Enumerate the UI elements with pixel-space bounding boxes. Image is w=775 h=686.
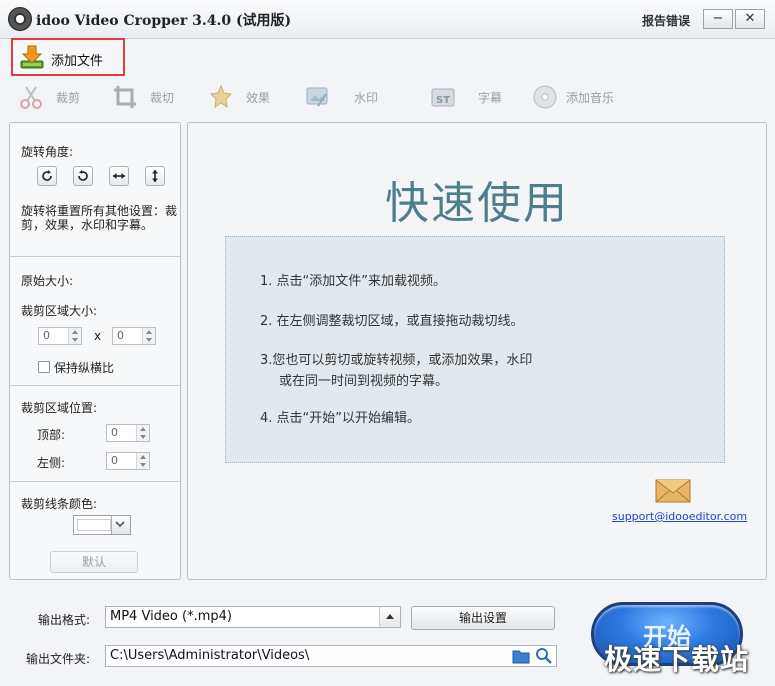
toolbar-effect-label: 效果 <box>246 91 271 105</box>
folder-icon[interactable] <box>512 648 530 664</box>
close-button[interactable]: ✕ <box>735 9 765 29</box>
title-bar: idoo Video Cropper 3.4.0 (试用版) 报告错误 − ✕ <box>0 0 775 39</box>
crop-left-stepper[interactable]: 0 <box>106 452 150 470</box>
crop-height-value: 0 <box>117 329 124 342</box>
toolbar-effect[interactable]: 效果 <box>208 82 278 114</box>
rotate-ccw-icon <box>78 170 88 181</box>
top-label: 顶部: <box>37 428 66 442</box>
divider <box>10 256 180 257</box>
guide-step-4: 4. 点击“开始”以开始编辑。 <box>260 411 421 426</box>
rotate-label: 旋转角度: <box>21 145 74 159</box>
original-size-label: 原始大小: <box>21 274 74 288</box>
site-watermark: 极速下载站 <box>604 643 750 676</box>
svg-text:ST: ST <box>436 95 450 106</box>
music-disc-icon <box>533 85 557 109</box>
crop-top-stepper[interactable]: 0 <box>106 424 150 442</box>
color-dropdown-button[interactable] <box>111 516 130 534</box>
color-swatch <box>77 519 111 531</box>
subtitle-icon: ST <box>431 88 455 107</box>
minimize-button[interactable]: − <box>703 9 733 29</box>
keep-ratio-label: 保持纵横比 <box>54 361 115 375</box>
quick-start-guide: 1. 点击“添加文件”来加载视频。 2. 在左侧调整裁切区域，或直接拖动裁切线。… <box>225 236 725 463</box>
stepper-arrows[interactable] <box>68 328 81 344</box>
rotate-ccw-button[interactable] <box>73 166 93 186</box>
crop-width-stepper[interactable]: 0 <box>38 327 82 345</box>
divider <box>10 385 180 386</box>
crop-top-value: 0 <box>111 426 118 439</box>
guide-step-2: 2. 在左侧调整裁切区域，或直接拖动裁切线。 <box>260 314 524 329</box>
output-folder-label: 输出文件夹: <box>26 652 91 666</box>
divider <box>10 481 180 482</box>
stepper-arrows[interactable] <box>136 425 149 441</box>
scissors-icon <box>20 86 42 109</box>
envelope-icon <box>655 479 691 503</box>
output-format-value: MP4 Video (*.mp4) <box>110 609 232 624</box>
toolbar-add-music-label: 添加音乐 <box>566 91 615 105</box>
toolbar-crop[interactable]: 裁切 <box>112 82 182 114</box>
output-format-select[interactable]: MP4 Video (*.mp4) <box>105 606 401 628</box>
chevron-down-icon <box>115 521 125 528</box>
output-format-label: 输出格式: <box>38 613 91 627</box>
crop-position-label: 裁剪区域位置: <box>21 401 98 415</box>
settings-panel: 旋转角度: 旋转将重置所有其他设置：裁 剪，效果，水印和字幕。 原始大小: 裁剪… <box>9 122 181 580</box>
crop-size-label: 裁剪区域大小: <box>21 304 98 318</box>
left-label: 左侧: <box>37 456 66 470</box>
times-sign: x <box>94 329 102 343</box>
toolbar-subtitle[interactable]: ST 字幕 <box>430 82 510 114</box>
flip-horizontal-button[interactable] <box>109 166 129 186</box>
toolbar-watermark-label: 水印 <box>354 91 379 105</box>
toolbar-subtitle-label: 字幕 <box>478 91 503 105</box>
report-error-link[interactable]: 报告错误 <box>642 12 690 29</box>
support-email-link[interactable]: support@idooeditor.com <box>612 510 747 523</box>
search-icon[interactable] <box>535 647 553 665</box>
sparkle-star-icon <box>209 84 233 109</box>
add-file-label: 添加文件 <box>51 54 104 69</box>
watermark-icon <box>306 87 328 107</box>
toolbar-trim-label: 裁剪 <box>56 91 81 105</box>
window-title: idoo Video Cropper 3.4.0 (试用版) <box>36 13 292 29</box>
rotate-cw-icon <box>42 170 52 181</box>
keep-ratio-checkbox[interactable] <box>38 361 50 373</box>
stepper-arrows[interactable] <box>136 453 149 469</box>
toolbar-watermark[interactable]: 水印 <box>304 82 384 114</box>
preview-area: 快速使用 1. 点击“添加文件”来加载视频。 2. 在左侧调整裁切区域，或直接拖… <box>187 122 767 580</box>
line-color-picker[interactable] <box>73 515 131 535</box>
toolbar-trim[interactable]: 裁剪 <box>18 82 88 114</box>
line-color-label: 裁剪线条颜色: <box>21 497 98 511</box>
app-logo-icon <box>8 7 32 31</box>
crop-left-value: 0 <box>111 454 118 467</box>
default-button[interactable]: 默认 <box>50 551 138 573</box>
output-folder-field[interactable]: C:\Users\Administrator\Videos\ <box>105 645 557 667</box>
guide-step-1: 1. 点击“添加文件”来加载视频。 <box>260 274 447 289</box>
crop-height-stepper[interactable]: 0 <box>112 327 156 345</box>
guide-step-3: 3.您也可以剪切或旋转视频，或添加效果，水印 <box>260 353 533 368</box>
stepper-arrows[interactable] <box>142 328 155 344</box>
download-arrow-icon <box>20 45 44 69</box>
crop-icon <box>114 86 136 108</box>
toolbar-crop-label: 裁切 <box>150 91 175 105</box>
format-dropdown-button[interactable] <box>379 607 400 627</box>
rotate-note-line2: 剪，效果，水印和字幕。 <box>21 218 154 232</box>
flip-vertical-icon <box>152 170 158 182</box>
guide-step-3-cont: 或在同一时间到视频的字幕。 <box>279 374 449 389</box>
flip-vertical-button[interactable] <box>145 166 165 186</box>
toolbar-add-music[interactable]: 添加音乐 <box>532 82 632 114</box>
output-folder-value: C:\Users\Administrator\Videos\ <box>110 648 310 663</box>
flip-horizontal-icon <box>113 173 125 179</box>
output-settings-button[interactable]: 输出设置 <box>411 606 555 630</box>
triangle-up-icon <box>386 614 394 619</box>
add-file-button[interactable]: 添加文件 <box>11 38 125 76</box>
rotate-cw-button[interactable] <box>37 166 57 186</box>
crop-width-value: 0 <box>43 329 50 342</box>
quick-start-title: 快速使用 <box>385 178 569 229</box>
